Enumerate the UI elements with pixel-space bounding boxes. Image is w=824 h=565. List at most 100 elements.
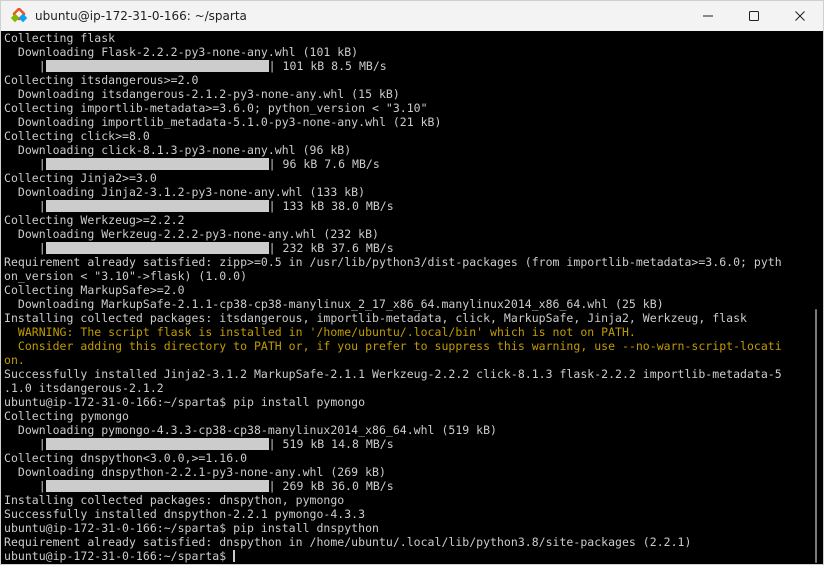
line-text: Requirement already satisfied: zipp>=0.5…: [4, 255, 782, 269]
progress-prefix: |: [4, 59, 46, 73]
progress-prefix: |: [4, 437, 46, 451]
progress-line: | | 232 kB 37.6 MB/s: [4, 241, 810, 255]
terminal-line: Downloading importlib_metadata-5.1.0-py3…: [4, 115, 810, 129]
line-text: .1.0 itsdangerous-2.1.2: [4, 381, 164, 395]
terminal-line: Consider adding this directory to PATH o…: [4, 339, 810, 353]
progress-stats: | 519 kB 14.8 MB/s: [268, 437, 394, 451]
terminal-lines: Collecting flask Downloading Flask-2.2.2…: [2, 31, 810, 563]
terminal-line: Downloading pymongo-4.3.3-cp38-cp38-many…: [4, 423, 810, 437]
terminal-window: ubuntu@ip-172-31-0-166: ~/sparta Collect…: [0, 0, 824, 565]
progress-prefix: |: [4, 479, 46, 493]
terminal-line: .1.0 itsdangerous-2.1.2: [4, 381, 810, 395]
line-text: Downloading importlib_metadata-5.1.0-py3…: [4, 115, 442, 129]
line-text: on_version < "3.10"->flask) (1.0.0): [4, 269, 248, 283]
terminal-line: Downloading dnspython-2.2.1-py3-none-any…: [4, 465, 810, 479]
progress-stats: | 232 kB 37.6 MB/s: [268, 241, 394, 255]
line-text: Downloading dnspython-2.2.1-py3-none-any…: [4, 465, 386, 479]
terminal-output[interactable]: Collecting flask Downloading Flask-2.2.2…: [2, 31, 810, 564]
text-cursor: [233, 550, 236, 562]
line-text: Collecting dnspython<3.0.0,>=1.16.0: [4, 451, 248, 465]
terminal-line: WARNING: The script flask is installed i…: [4, 325, 810, 339]
terminal-line: Downloading Jinja2-3.1.2-py3-none-any.wh…: [4, 185, 810, 199]
line-text: Installing collected packages: itsdanger…: [4, 311, 747, 325]
line-text: Successfully installed dnspython-2.2.1 p…: [4, 507, 366, 521]
line-text: Collecting flask: [4, 31, 116, 45]
line-text: WARNING: The script flask is installed i…: [4, 325, 636, 339]
terminal-line: Requirement already satisfied: dnspython…: [4, 535, 810, 549]
terminal-line: ubuntu@ip-172-31-0-166:~/sparta$ pip ins…: [4, 395, 810, 409]
progress-prefix: |: [4, 241, 46, 255]
minimize-button[interactable]: [685, 1, 731, 31]
line-text: Downloading Werkzeug-2.2.2-py3-none-any.…: [4, 227, 379, 241]
line-text: Downloading pymongo-4.3.3-cp38-cp38-many…: [4, 423, 497, 437]
line-text: Requirement already satisfied: dnspython…: [4, 535, 692, 549]
progress-stats: | 101 kB 8.5 MB/s: [268, 59, 387, 73]
progress-stats: | 133 kB 38.0 MB/s: [268, 199, 394, 213]
line-text: on.: [4, 353, 25, 367]
terminal-line: Collecting MarkupSafe>=2.0: [4, 283, 810, 297]
line-text: Collecting itsdangerous>=2.0: [4, 73, 199, 87]
line-text: Installing collected packages: dnspython…: [4, 493, 345, 507]
close-button[interactable]: [777, 1, 823, 31]
minimize-icon: [703, 15, 713, 17]
line-text: Collecting pymongo: [4, 409, 129, 423]
line-text: Collecting MarkupSafe>=2.0: [4, 283, 185, 297]
terminal-line: ubuntu@ip-172-31-0-166:~/sparta$: [4, 549, 810, 563]
terminal-line: Collecting Jinja2>=3.0: [4, 171, 810, 185]
close-icon: [795, 11, 805, 21]
title-bar[interactable]: ubuntu@ip-172-31-0-166: ~/sparta: [1, 1, 823, 31]
line-text: Downloading MarkupSafe-2.1.1-cp38-cp38-m…: [4, 297, 664, 311]
window-title: ubuntu@ip-172-31-0-166: ~/sparta: [35, 9, 247, 23]
progress-bar: [45, 200, 269, 212]
progress-bar: [45, 60, 269, 72]
progress-line: | | 269 kB 36.0 MB/s: [4, 479, 810, 493]
progress-line: | | 133 kB 38.0 MB/s: [4, 199, 810, 213]
line-text: Collecting click>=8.0: [4, 129, 150, 143]
terminal-line: on_version < "3.10"->flask) (1.0.0): [4, 269, 810, 283]
terminal-line: Successfully installed dnspython-2.2.1 p…: [4, 507, 810, 521]
terminal-line: Collecting click>=8.0: [4, 129, 810, 143]
terminal-line: Downloading itsdangerous-2.1.2-py3-none-…: [4, 87, 810, 101]
terminal-line: Installing collected packages: dnspython…: [4, 493, 810, 507]
line-text: Collecting Werkzeug>=2.2.2: [4, 213, 185, 227]
progress-bar: [45, 438, 269, 450]
line-text: Collecting importlib-metadata>=3.6.0; py…: [4, 101, 428, 115]
scrollbar-thumb[interactable]: [815, 309, 817, 563]
terminal-line: Requirement already satisfied: zipp>=0.5…: [4, 255, 810, 269]
line-text: ubuntu@ip-172-31-0-166:~/sparta$ pip ins…: [4, 521, 379, 535]
progress-bar: [45, 242, 269, 254]
progress-prefix: |: [4, 157, 46, 171]
terminal-line: Downloading click-8.1.3-py3-none-any.whl…: [4, 143, 810, 157]
progress-prefix: |: [4, 199, 46, 213]
terminal-line: on.: [4, 353, 810, 367]
line-text: Collecting Jinja2>=3.0: [4, 171, 157, 185]
terminal-line: Collecting pymongo: [4, 409, 810, 423]
line-text: Consider adding this directory to PATH o…: [4, 339, 782, 353]
terminal-line: Downloading Werkzeug-2.2.2-py3-none-any.…: [4, 227, 810, 241]
line-text: Downloading Jinja2-3.1.2-py3-none-any.wh…: [4, 185, 366, 199]
terminal-line: Collecting Werkzeug>=2.2.2: [4, 213, 810, 227]
terminal-line: Collecting importlib-metadata>=3.6.0; py…: [4, 101, 810, 115]
progress-stats: | 269 kB 36.0 MB/s: [268, 479, 394, 493]
window-controls: [685, 1, 823, 31]
line-text: Downloading itsdangerous-2.1.2-py3-none-…: [4, 87, 400, 101]
line-text: Downloading click-8.1.3-py3-none-any.whl…: [4, 143, 352, 157]
vertical-scrollbar[interactable]: [809, 31, 821, 564]
terminal-line: Collecting flask: [4, 31, 810, 45]
progress-stats: | 96 kB 7.6 MB/s: [268, 157, 380, 171]
progress-bar: [45, 158, 269, 170]
maximize-button[interactable]: [731, 1, 777, 31]
line-text: ubuntu@ip-172-31-0-166:~/sparta$ pip ins…: [4, 395, 366, 409]
terminal-line: Collecting itsdangerous>=2.0: [4, 73, 810, 87]
terminal-line: Downloading Flask-2.2.2-py3-none-any.whl…: [4, 45, 810, 59]
line-text: Successfully installed Jinja2-3.1.2 Mark…: [4, 367, 782, 381]
terminal-line: Downloading MarkupSafe-2.1.1-cp38-cp38-m…: [4, 297, 810, 311]
terminal-line: Successfully installed Jinja2-3.1.2 Mark…: [4, 367, 810, 381]
terminal-line: ubuntu@ip-172-31-0-166:~/sparta$ pip ins…: [4, 521, 810, 535]
terminal-line: Collecting dnspython<3.0.0,>=1.16.0: [4, 451, 810, 465]
penguin-terminal-icon: [11, 8, 27, 23]
line-text: Downloading Flask-2.2.2-py3-none-any.whl…: [4, 45, 359, 59]
shell-prompt: ubuntu@ip-172-31-0-166:~/sparta$: [4, 549, 234, 563]
progress-bar: [45, 480, 269, 492]
maximize-icon: [749, 11, 759, 21]
